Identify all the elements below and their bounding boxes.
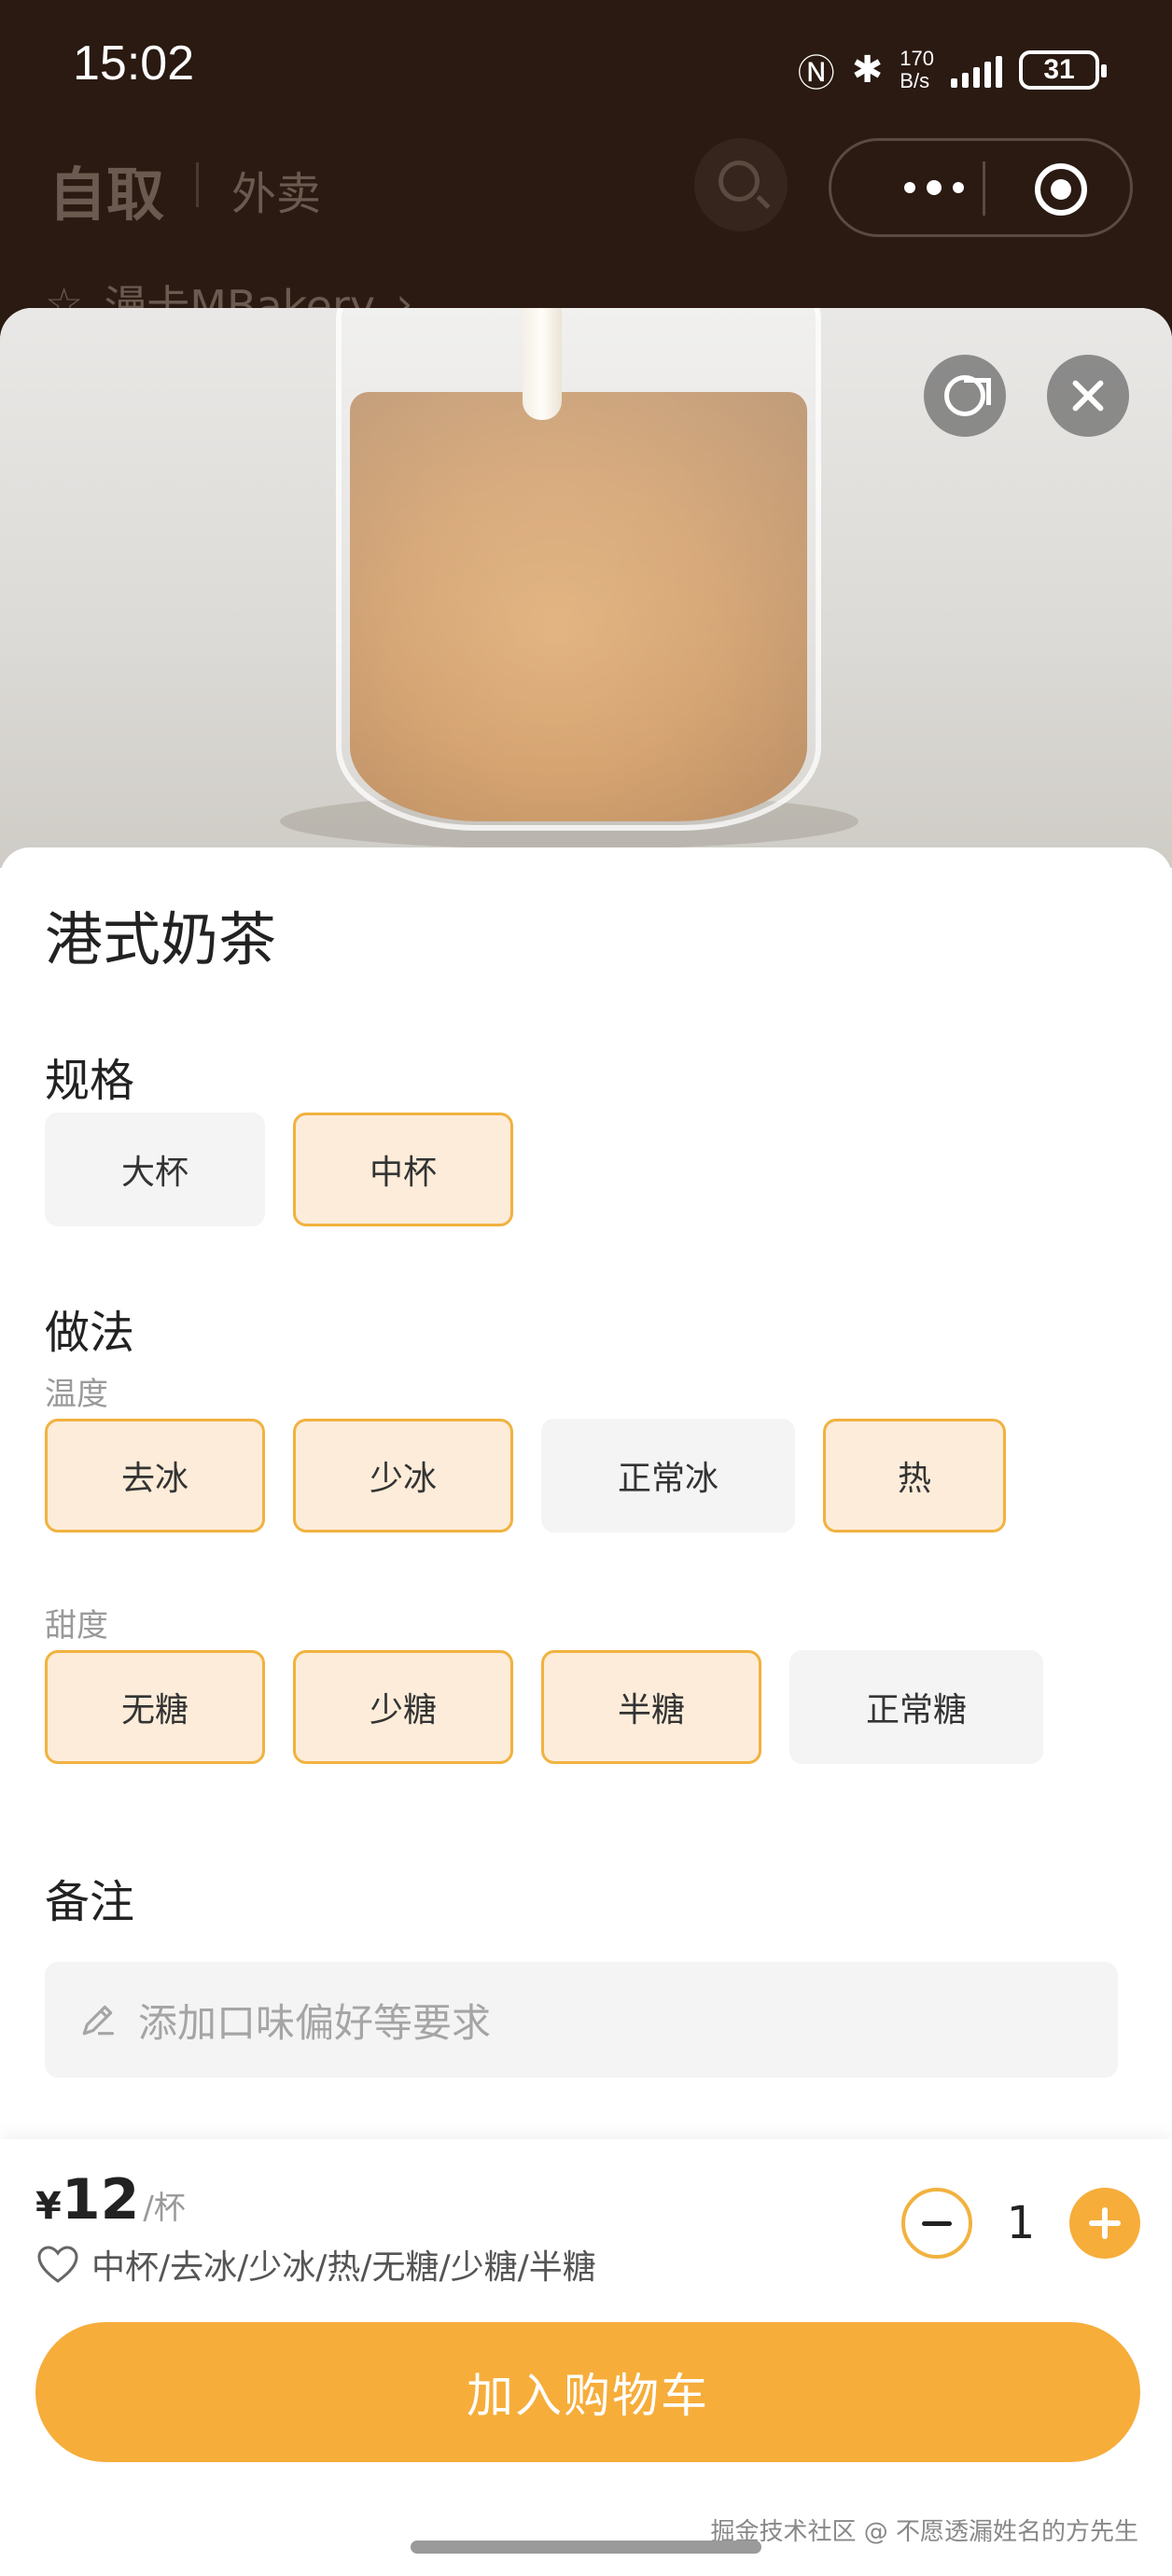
decrease-quantity-button[interactable]: [901, 2188, 972, 2259]
sweetness-title: 甜度: [45, 1607, 108, 1645]
quantity-stepper: 1: [901, 2188, 1140, 2259]
price-unit: /杯: [143, 2190, 186, 2227]
spec-options: 大杯 中杯: [45, 1113, 513, 1226]
home-indicator[interactable]: [411, 2541, 761, 2554]
sweetness-options: 无糖 少糖 半糖 正常糖: [45, 1650, 1043, 1764]
increase-quantity-button[interactable]: [1069, 2188, 1140, 2259]
battery-level: 31: [1043, 54, 1075, 85]
temperature-title: 温度: [45, 1376, 108, 1413]
remark-input[interactable]: 添加口味偏好等要求: [45, 1962, 1118, 2078]
sweet-option-half[interactable]: 半糖: [541, 1650, 761, 1764]
search-icon: [719, 161, 760, 202]
product-title: 港式奶茶: [45, 905, 277, 973]
nfc-icon: Ⓝ: [797, 52, 835, 95]
glass-illustration: [336, 308, 821, 831]
share-icon: [944, 375, 991, 416]
miniprogram-capsule: [829, 138, 1133, 237]
status-time: 15:02: [73, 36, 195, 91]
bottom-bar: ¥ 12 /杯 中杯/去冰/少冰/热/无糖/少糖/半糖 1 加入购物车 掘金技术…: [0, 2139, 1172, 2576]
battery-icon: 31: [1019, 50, 1107, 90]
close-icon: [1047, 355, 1129, 437]
price: ¥ 12 /杯: [35, 2167, 186, 2233]
selection-summary: 中杯/去冰/少冰/热/无糖/少糖/半糖: [35, 2240, 596, 2289]
watermark: 掘金技术社区 @ 不愿透漏姓名的方先生: [710, 2518, 1138, 2546]
price-currency: ¥: [35, 2185, 62, 2228]
status-bar: 15:02 Ⓝ ✱ 170 B/s 31: [0, 0, 1172, 131]
spec-option-medium[interactable]: 中杯: [293, 1113, 513, 1226]
method-title: 做法: [45, 1307, 135, 1359]
network-speed-unit: B/s: [900, 69, 930, 92]
signal-icon: [951, 52, 1002, 88]
price-amount: 12: [61, 2167, 140, 2233]
sweet-option-normal[interactable]: 正常糖: [789, 1650, 1043, 1764]
share-button[interactable]: [924, 355, 1006, 437]
spec-title: 规格: [45, 1055, 135, 1107]
network-speed-value: 170: [900, 47, 934, 70]
spec-option-large[interactable]: 大杯: [45, 1113, 265, 1226]
tab-pickup[interactable]: 自取: [49, 147, 164, 231]
tab-delivery[interactable]: 外卖: [231, 157, 321, 222]
sweet-option-less[interactable]: 少糖: [293, 1650, 513, 1764]
status-icons: Ⓝ ✱ 170 B/s 31: [797, 43, 1107, 97]
product-image: [0, 308, 1172, 868]
remark-placeholder: 添加口味偏好等要求: [138, 1999, 492, 2046]
temp-option-normal-ice[interactable]: 正常冰: [541, 1419, 795, 1533]
temp-option-hot[interactable]: 热: [823, 1419, 1006, 1533]
close-button[interactable]: [1047, 355, 1129, 437]
pencil-icon: [82, 2005, 114, 2036]
page-header: 自取 外卖 ☆ 漫卡MBakery ›: [0, 131, 1172, 331]
temp-option-less-ice[interactable]: 少冰: [293, 1419, 513, 1533]
add-to-cart-button[interactable]: 加入购物车: [35, 2322, 1140, 2462]
heart-icon[interactable]: [35, 2244, 80, 2285]
remark-title: 备注: [45, 1876, 135, 1928]
quantity-value: 1: [1006, 2197, 1036, 2249]
selection-summary-text: 中杯/去冰/少冰/热/无糖/少糖/半糖: [91, 2248, 596, 2287]
search-button[interactable]: [694, 138, 788, 231]
tab-divider: [196, 162, 199, 207]
sweet-option-none[interactable]: 无糖: [45, 1650, 265, 1764]
bluetooth-icon: ✱: [851, 49, 884, 91]
temp-option-no-ice[interactable]: 去冰: [45, 1419, 265, 1533]
more-icon[interactable]: [883, 141, 985, 234]
network-speed: 170 B/s: [900, 48, 934, 92]
temperature-options: 去冰 少冰 正常冰 热: [45, 1419, 1006, 1533]
close-miniprogram-icon[interactable]: [1035, 163, 1087, 216]
